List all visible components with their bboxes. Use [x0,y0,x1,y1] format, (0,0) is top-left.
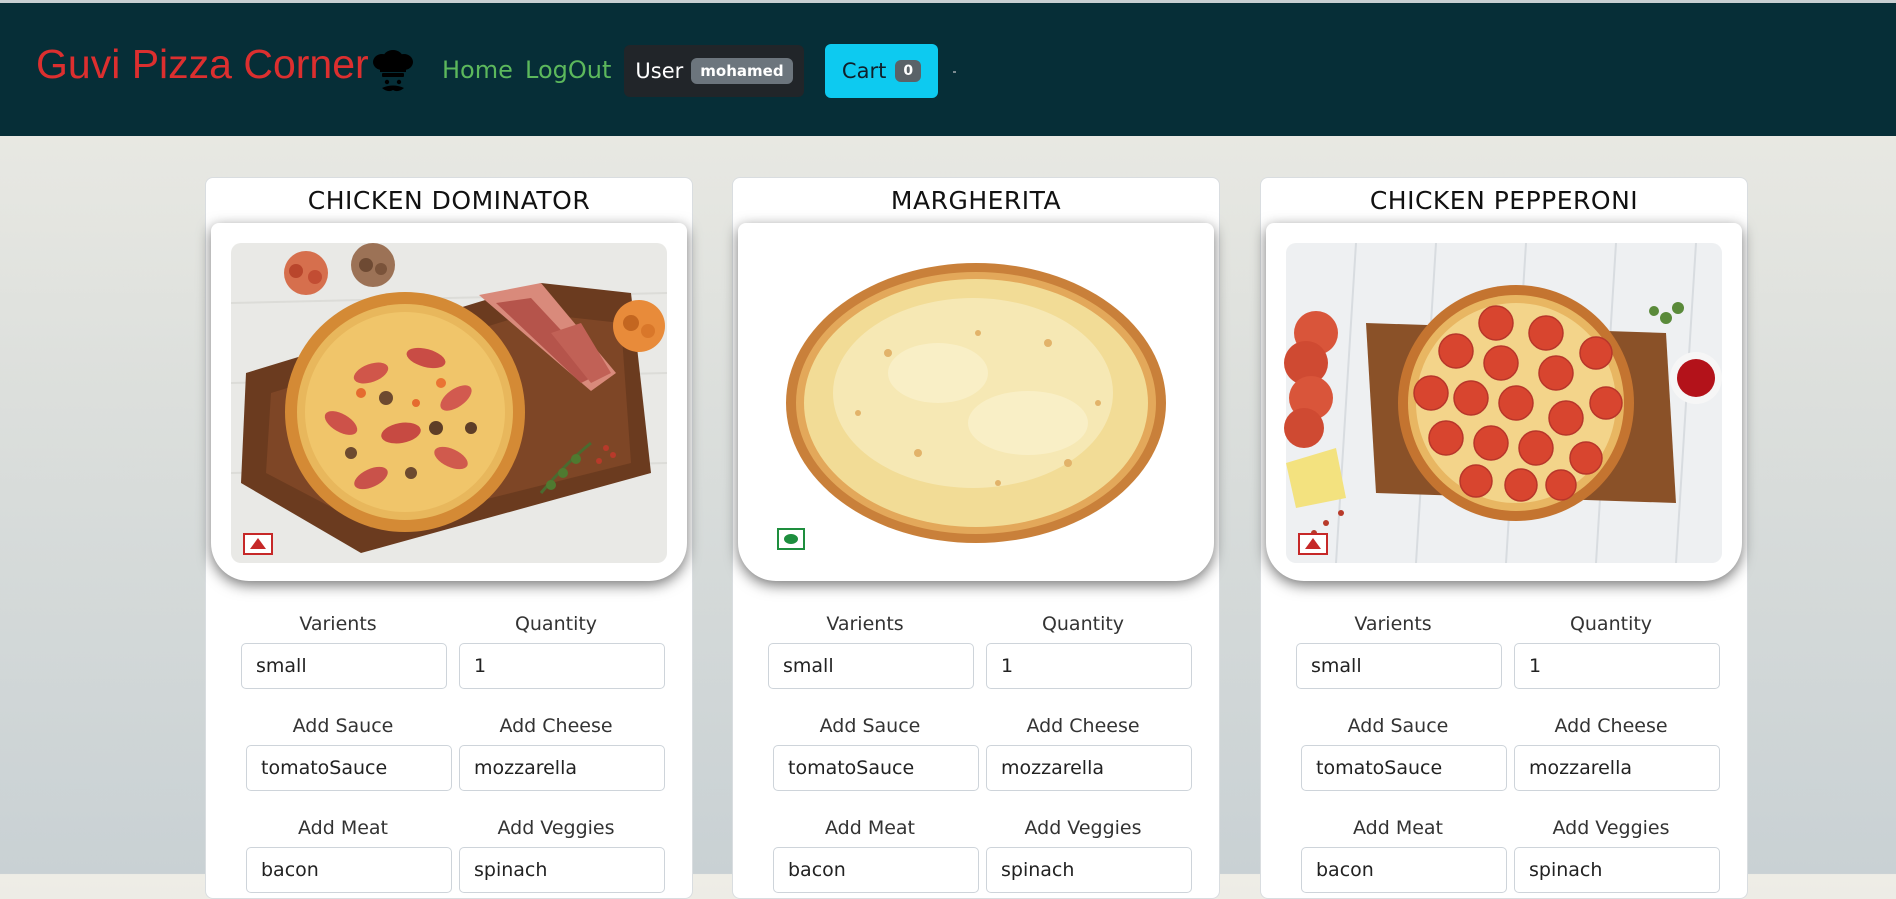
pizza-name: CHICKEN PEPPERONI [1369,186,1639,215]
cart-label: Cart [841,59,887,83]
sauce-select[interactable]: tomatoSauce [1301,745,1507,791]
non-veg-icon [243,533,273,555]
cheese-label: Add Cheese [1026,715,1140,737]
sauce-label: Add Sauce [292,715,394,737]
veggies-label: Add Veggies [1552,817,1670,839]
pizza-name: CHICKEN DOMINATOR [307,186,591,215]
cheese-select[interactable]: mozzarella [1514,745,1720,791]
quantity-label: Quantity [514,613,598,635]
quantity-label: Quantity [1569,613,1653,635]
nav-home-link[interactable]: Home [442,56,513,84]
cheese-select[interactable]: mozzarella [459,745,665,791]
veggies-select[interactable]: spinach [459,847,665,893]
sauce-select[interactable]: tomatoSauce [246,745,452,791]
user-name-badge: mohamed [691,58,793,84]
veg-icon [777,528,805,550]
veggies-label: Add Veggies [497,817,615,839]
brand-title[interactable]: Guvi Pizza Corner [36,41,369,88]
meat-select[interactable]: bacon [773,847,979,893]
pizza-image[interactable] [211,223,687,581]
user-button[interactable]: User mohamed [624,45,804,97]
pizza-name: MARGHERITA [890,186,1062,215]
varients-label: Varients [826,613,904,635]
veggies-label: Add Veggies [1024,817,1142,839]
cheese-select[interactable]: mozzarella [986,745,1192,791]
quantity-select[interactable]: 1 [986,643,1192,689]
meat-label: Add Meat [298,817,388,839]
varients-select[interactable]: small [1296,643,1502,689]
nav-logout-link[interactable]: LogOut [525,56,611,84]
meat-label: Add Meat [1353,817,1443,839]
pizza-photo-chicken-pepperoni [1284,242,1722,564]
cart-button[interactable]: Cart 0 [825,44,938,98]
sauce-label: Add Sauce [819,715,921,737]
non-veg-icon [1298,533,1328,555]
navbar-dot [953,71,956,73]
pizza-image[interactable] [1266,223,1742,581]
varients-label: Varients [299,613,377,635]
quantity-select[interactable]: 1 [1514,643,1720,689]
quantity-select[interactable]: 1 [459,643,665,689]
pizza-card: CHICKEN DOMINATOR Varients Quantity smal… [205,177,693,899]
navbar: Guvi Pizza Corner Home LogOut User moham… [0,3,1896,136]
pizza-card: MARGHERITA Varients Quantity small 1 Add… [732,177,1220,899]
quantity-label: Quantity [1041,613,1125,635]
sauce-select[interactable]: tomatoSauce [773,745,979,791]
meat-select[interactable]: bacon [1301,847,1507,893]
chef-hat-icon [373,50,413,92]
veggies-select[interactable]: spinach [1514,847,1720,893]
pizza-card: CHICKEN PEPPERONI Varients Quantity smal… [1260,177,1748,899]
meat-select[interactable]: bacon [246,847,452,893]
cart-count-badge: 0 [895,60,922,82]
varients-label: Varients [1354,613,1432,635]
user-label: User [635,59,684,83]
pizza-image[interactable] [738,223,1214,581]
cheese-label: Add Cheese [499,715,613,737]
veggies-select[interactable]: spinach [986,847,1192,893]
pizza-photo-margherita [786,263,1166,543]
pizza-photo-chicken-dominator [230,243,668,563]
sauce-label: Add Sauce [1347,715,1449,737]
meat-label: Add Meat [825,817,915,839]
varients-select[interactable]: small [241,643,447,689]
cheese-label: Add Cheese [1554,715,1668,737]
varients-select[interactable]: small [768,643,974,689]
